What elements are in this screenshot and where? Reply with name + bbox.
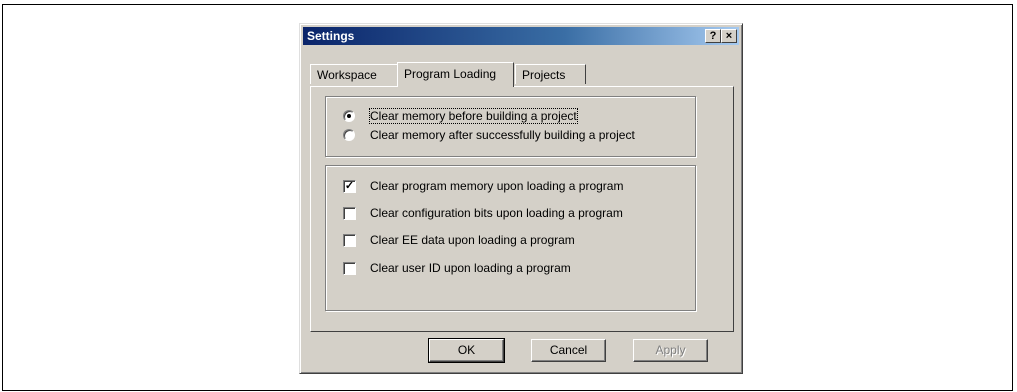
cancel-button[interactable]: Cancel: [531, 339, 606, 362]
tab-program-loading[interactable]: Program Loading: [397, 62, 514, 87]
dialog-title: Settings: [307, 29, 355, 43]
tab-panel: [310, 86, 734, 332]
tab-projects[interactable]: Projects: [515, 64, 586, 84]
apply-button[interactable]: Apply: [633, 339, 708, 362]
tab-workspace[interactable]: Workspace: [310, 64, 398, 84]
settings-dialog: Settings ? × Workspace Program Loading P…: [299, 23, 743, 374]
ok-button[interactable]: OK: [428, 338, 505, 363]
title-bar[interactable]: Settings ? ×: [303, 27, 739, 45]
help-button[interactable]: ?: [705, 29, 721, 43]
close-button[interactable]: ×: [721, 29, 737, 43]
